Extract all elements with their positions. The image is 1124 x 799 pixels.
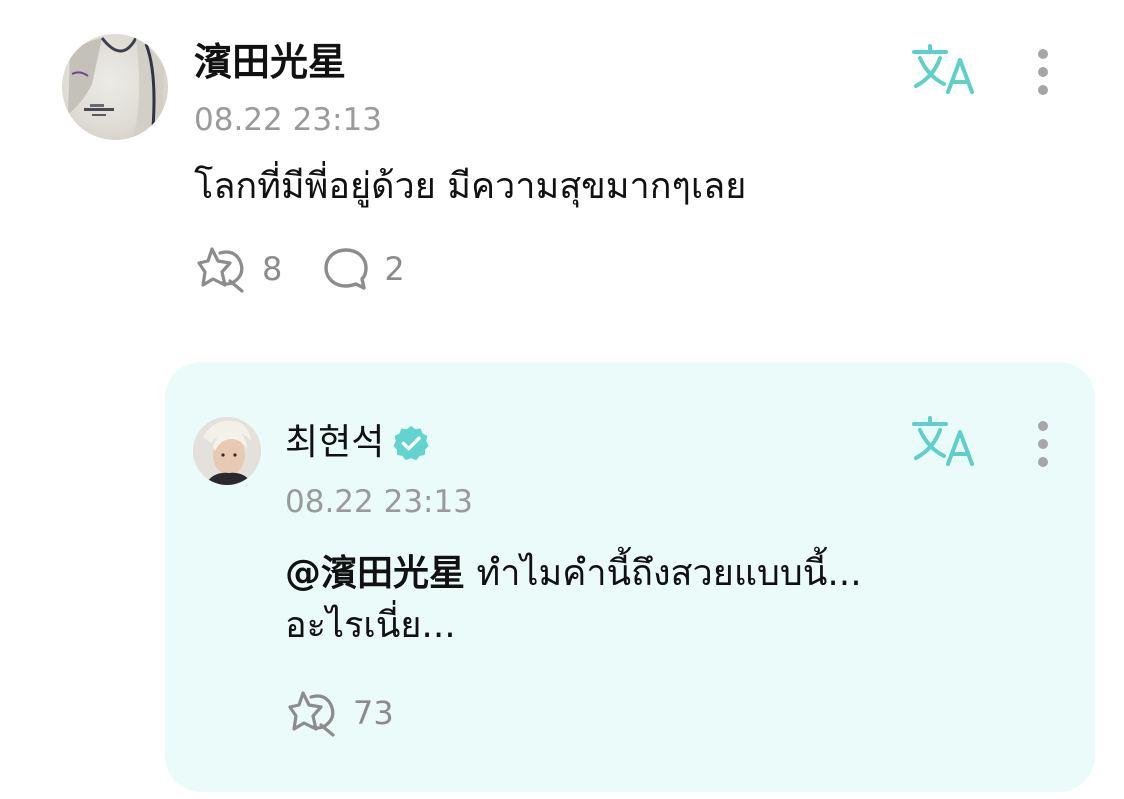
reply-card: 최현석 08.22 23:13 @濱田光星 ทำไมคำนี้ถึงสวยแบบ… [165, 362, 1095, 792]
comment: 濱田光星 08.22 23:13 โลกที่มีพี่อยู่ด้วย มีค… [0, 0, 1124, 330]
translate-button[interactable] [910, 42, 976, 98]
reply-count: 2 [384, 250, 405, 288]
translate-icon [912, 416, 974, 466]
translate-icon [912, 44, 974, 94]
speech-bubble-icon [324, 248, 369, 290]
verified-badge-icon [393, 425, 429, 461]
sparkle-reaction-icon [288, 691, 335, 737]
username[interactable]: 최현석 [285, 420, 384, 466]
timestamp: 08.22 23:13 [285, 484, 473, 520]
mention-link[interactable]: @濱田光星 [285, 553, 465, 594]
avatar-image [193, 417, 261, 485]
comment-text: โลกที่มีพี่อยู่ด้วย มีความสุขมากๆเลย [194, 166, 747, 207]
username-row: 최현석 [285, 420, 430, 466]
more-vertical-icon [1038, 421, 1048, 467]
comment-thread: 濱田光星 08.22 23:13 โลกที่มีพี่อยู่ด้วย มีค… [0, 0, 1124, 799]
reply-text-line-1: @濱田光星 ทำไมคำนี้ถึงสวยแบบนี้... [285, 548, 1045, 600]
reaction-count: 8 [262, 250, 283, 288]
more-vertical-icon [1038, 49, 1048, 95]
more-options-button[interactable] [1028, 44, 1058, 104]
avatar[interactable] [62, 34, 168, 140]
more-options-button[interactable] [1028, 416, 1058, 476]
timestamp: 08.22 23:13 [194, 102, 382, 138]
reaction-button[interactable]: 73 [285, 689, 394, 737]
avatar[interactable] [193, 417, 261, 485]
reply-text: @濱田光星 ทำไมคำนี้ถึงสวยแบบนี้... อะไรเนี่ย… [285, 548, 1045, 652]
reaction-count: 73 [353, 694, 394, 732]
translate-button[interactable] [910, 414, 976, 470]
reply-text-line-2: อะไรเนี่ย... [285, 605, 456, 646]
reply-actions: 73 [285, 688, 394, 738]
reaction-button[interactable]: 8 [194, 245, 282, 293]
comment-actions: 8 2 [194, 244, 405, 294]
reply-text-part-1: ทำไมคำนี้ถึงสวยแบบนี้... [476, 553, 862, 594]
sparkle-reaction-icon [197, 247, 244, 293]
reply-button[interactable]: 2 [322, 246, 405, 292]
avatar-image [68, 37, 164, 140]
username[interactable]: 濱田光星 [194, 38, 346, 86]
